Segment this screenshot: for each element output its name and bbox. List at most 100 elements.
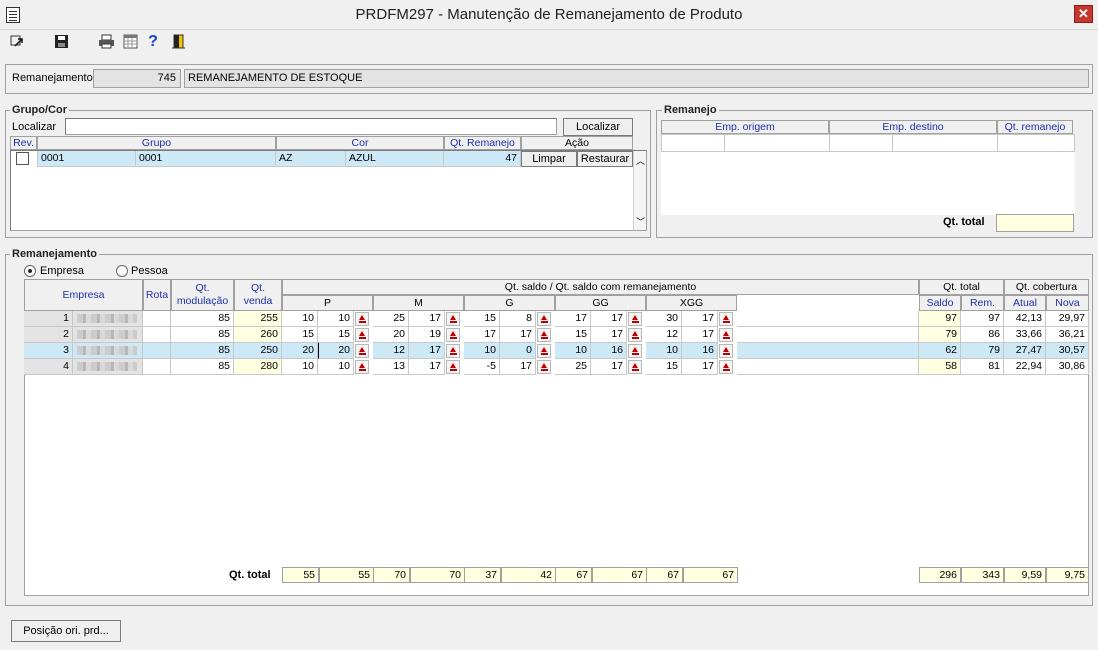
save-icon[interactable] <box>53 34 69 50</box>
row-number: 3 <box>24 343 73 359</box>
saldo-rem-p-cell[interactable]: 15 <box>318 327 354 343</box>
col-size-g: G <box>464 295 555 311</box>
help-icon[interactable]: ? <box>145 34 161 50</box>
saldo-cell: 58 <box>919 359 961 375</box>
grupo-cor-row[interactable]: 0001 0001 AZ AZUL 47 <box>37 151 521 167</box>
eject-arrow-icon[interactable] <box>537 312 551 326</box>
eject-arrow-icon[interactable] <box>446 328 460 342</box>
eject-arrow-icon[interactable] <box>719 360 733 374</box>
eject-arrow-icon[interactable] <box>537 328 551 342</box>
spacer-cell <box>737 327 919 343</box>
eject-arrow-icon[interactable] <box>446 312 460 326</box>
print-icon[interactable] <box>98 34 114 50</box>
saldo-gg-cell: 17 <box>555 311 591 327</box>
radio-empresa[interactable] <box>24 265 36 277</box>
eject-arrow-icon[interactable] <box>719 328 733 342</box>
nova-cell: 30,57 <box>1046 343 1089 359</box>
eject-arrow-icon[interactable] <box>628 360 642 374</box>
table-row[interactable]: 1 85 255 10 10 25 17 15 8 17 17 30 17 97 97 42,13 29,97 <box>24 311 1089 327</box>
qt-remanejo: 47 <box>444 151 521 167</box>
saldo-rem-gg-cell[interactable]: 17 <box>591 359 627 375</box>
total-atual: 9,59 <box>1004 567 1046 583</box>
row-number: 4 <box>24 359 73 375</box>
eject-arrow-icon[interactable] <box>628 328 642 342</box>
eject-arrow-icon[interactable] <box>537 360 551 374</box>
col-size-p: P <box>282 295 373 311</box>
rev-checkbox[interactable] <box>16 152 29 165</box>
grupo-cor-scrollbar[interactable]: ︿ ﹀ <box>633 151 646 230</box>
total-saldo-rem-m: 70 <box>410 567 465 583</box>
row-number: 2 <box>24 327 73 343</box>
saldo-rem-g-cell[interactable]: 17 <box>500 327 536 343</box>
saldo-rem-gg-cell[interactable]: 16 <box>591 343 627 359</box>
saldo-rem-xgg-cell[interactable]: 16 <box>682 343 718 359</box>
saldo-rem-gg-cell[interactable]: 17 <box>591 311 627 327</box>
saldo-m-cell: 20 <box>373 327 409 343</box>
saldo-rem-p-cell[interactable]: 20 <box>318 343 354 359</box>
spacer-cell <box>737 359 919 375</box>
nova-cell: 36,21 <box>1046 327 1089 343</box>
calendar-icon[interactable] <box>122 34 138 50</box>
saldo-rem-p-cell[interactable]: 10 <box>318 359 354 375</box>
saldo-cell: 62 <box>919 343 961 359</box>
grupo-code: 0001 <box>37 151 136 167</box>
posicao-ori-prd-button[interactable]: Posição ori. prd... <box>11 620 121 642</box>
saldo-rem-m-cell[interactable]: 17 <box>409 343 445 359</box>
eject-arrow-icon[interactable] <box>719 344 733 358</box>
remanejo-title: Remanejo <box>662 104 719 116</box>
total-saldo-p: 55 <box>282 567 319 583</box>
saldo-rem-m-cell[interactable]: 17 <box>409 359 445 375</box>
localizar-input[interactable] <box>65 118 557 135</box>
total-saldo-m: 70 <box>373 567 410 583</box>
grupo-cor-title: Grupo/Cor <box>10 104 69 116</box>
eject-arrow-icon[interactable] <box>537 344 551 358</box>
limpar-button[interactable]: Limpar <box>521 151 577 167</box>
eject-arrow-icon[interactable] <box>355 328 369 342</box>
col-atual: Atual <box>1004 295 1046 311</box>
scroll-down-icon[interactable]: ﹀ <box>636 215 645 228</box>
remanejo-grid <box>661 134 1075 215</box>
qt-modulacao-cell: 85 <box>171 327 234 343</box>
table-row[interactable]: 3 85 250 20 20 12 17 10 0 10 16 10 16 62 79 27,47 30,57 <box>24 343 1089 359</box>
saldo-p-cell: 15 <box>282 327 318 343</box>
scroll-up-icon[interactable]: ︿ <box>636 154 645 167</box>
total-saldo-rem-g: 42 <box>501 567 556 583</box>
eject-arrow-icon[interactable] <box>628 312 642 326</box>
exit-icon[interactable] <box>9 34 25 50</box>
eject-arrow-icon[interactable] <box>446 360 460 374</box>
eject-arrow-icon[interactable] <box>628 344 642 358</box>
saldo-rem-p-cell[interactable]: 10 <box>318 311 354 327</box>
door-icon[interactable] <box>170 34 186 50</box>
eject-arrow-icon[interactable] <box>446 344 460 358</box>
localizar-button[interactable]: Localizar <box>563 118 633 136</box>
remanejo-empty-row[interactable] <box>661 134 1075 152</box>
table-row[interactable]: 4 85 280 10 10 13 17 -5 17 25 17 15 17 58 81 22,94 30,86 <box>24 359 1089 375</box>
saldo-rem-g-cell[interactable]: 0 <box>500 343 536 359</box>
saldo-rem-m-cell[interactable]: 19 <box>409 327 445 343</box>
saldo-rem-gg-cell[interactable]: 17 <box>591 327 627 343</box>
total-rem: 343 <box>961 567 1004 583</box>
col-acao: Ação <box>521 136 633 150</box>
empresa-name-blurred <box>73 359 143 375</box>
saldo-rem-xgg-cell[interactable]: 17 <box>682 327 718 343</box>
saldo-rem-g-cell[interactable]: 17 <box>500 359 536 375</box>
table-row[interactable]: 2 85 260 15 15 20 19 17 17 15 17 12 17 79 86 33,66 36,21 <box>24 327 1089 343</box>
eject-arrow-icon[interactable] <box>719 312 733 326</box>
remanejamento-label: Remanejamento <box>12 72 93 84</box>
total-saldo-rem-p: 55 <box>319 567 374 583</box>
saldo-rem-g-cell[interactable]: 8 <box>500 311 536 327</box>
restaurar-button[interactable]: Restaurar <box>577 151 633 167</box>
eject-arrow-icon[interactable] <box>355 312 369 326</box>
saldo-rem-xgg-cell[interactable]: 17 <box>682 311 718 327</box>
nova-cell: 29,97 <box>1046 311 1089 327</box>
saldo-g-cell: 15 <box>464 311 500 327</box>
close-button[interactable]: ✕ <box>1074 5 1093 23</box>
eject-arrow-icon[interactable] <box>355 360 369 374</box>
saldo-cell: 79 <box>919 327 961 343</box>
eject-arrow-icon[interactable] <box>355 344 369 358</box>
saldo-rem-m-cell[interactable]: 17 <box>409 311 445 327</box>
cor-name: AZUL <box>346 151 444 167</box>
empresa-name-blurred <box>73 327 143 343</box>
saldo-rem-xgg-cell[interactable]: 17 <box>682 359 718 375</box>
radio-pessoa[interactable] <box>116 265 128 277</box>
